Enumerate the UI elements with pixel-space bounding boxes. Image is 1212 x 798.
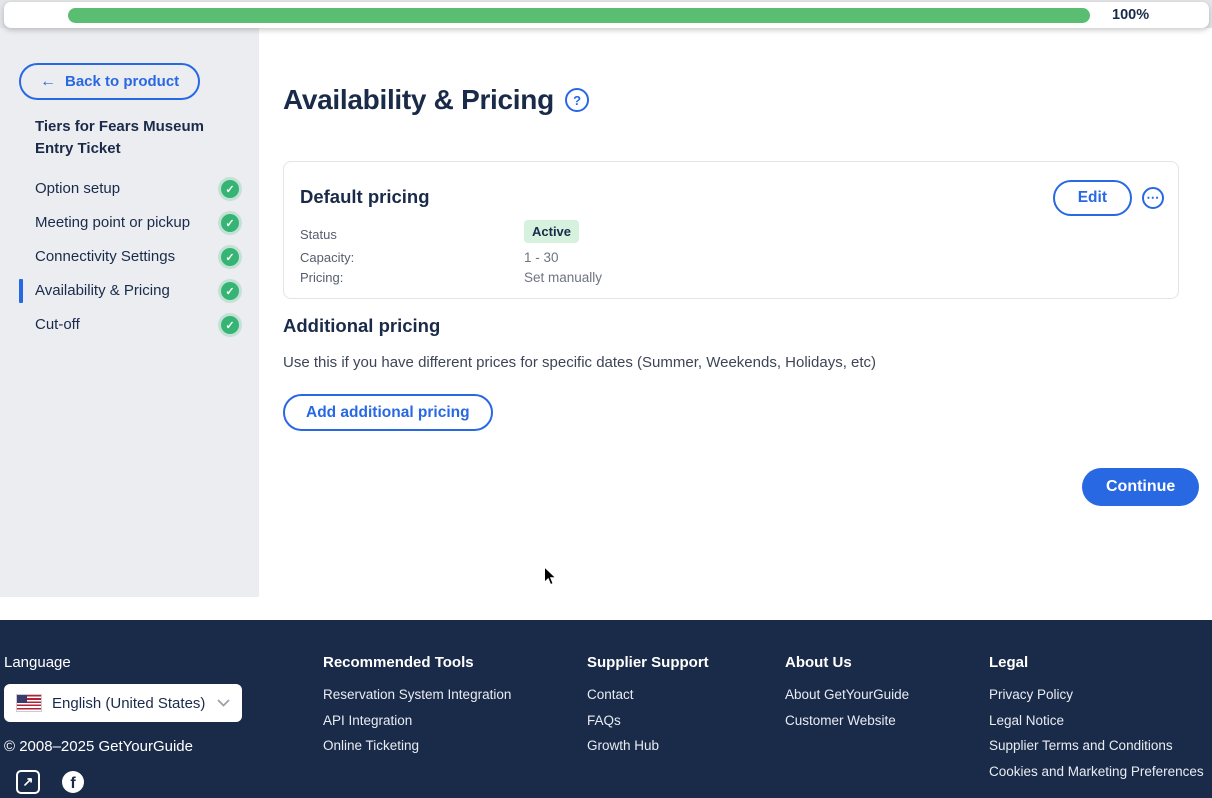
setup-sidebar: ← Back to product Tiers for Fears Museum…: [0, 28, 259, 597]
status-label: Status: [300, 227, 337, 242]
progress-bar-fill: [68, 8, 1090, 23]
product-title: Tiers for Fears Museum Entry Ticket: [35, 116, 245, 160]
footer-link-contact[interactable]: Contact: [587, 687, 709, 702]
footer-column-legal: Legal Privacy Policy Legal Notice Suppli…: [989, 654, 1204, 789]
social-links: ↗ f: [16, 770, 84, 794]
progress-header: 100%: [0, 0, 1212, 28]
footer-link-about-getyourguide[interactable]: About GetYourGuide: [785, 687, 909, 702]
footer-column-title: Supplier Support: [587, 654, 709, 671]
footer-column-title: Recommended Tools: [323, 654, 511, 671]
back-arrow-icon: ←: [40, 74, 56, 90]
progress-percent-label: 100%: [1112, 7, 1149, 23]
sidebar-item-label: Cut-off: [35, 314, 80, 336]
additional-pricing-description: Use this if you have different prices fo…: [283, 354, 876, 371]
footer-link-privacy-policy[interactable]: Privacy Policy: [989, 687, 1204, 702]
language-label: Language: [4, 654, 71, 671]
check-icon: ✓: [221, 180, 239, 198]
continue-button[interactable]: Continue: [1082, 468, 1199, 506]
sidebar-item-availability-pricing[interactable]: Availability & Pricing ✓: [0, 274, 259, 308]
capacity-label: Capacity:: [300, 250, 354, 265]
main-content: Availability & Pricing ? Default pricing…: [259, 28, 1212, 620]
active-step-indicator: [19, 279, 23, 303]
footer-column-about-us: About Us About GetYourGuide Customer Web…: [785, 654, 909, 738]
capacity-value: 1 - 30: [524, 250, 559, 265]
additional-pricing-title: Additional pricing: [283, 315, 440, 337]
sidebar-item-label: Availability & Pricing: [35, 280, 170, 302]
back-to-product-button[interactable]: ← Back to product: [19, 63, 200, 100]
pricing-label: Pricing:: [300, 270, 343, 285]
check-icon: ✓: [221, 316, 239, 334]
footer-link-reservation-system-integration[interactable]: Reservation System Integration: [323, 687, 511, 702]
copyright-text: © 2008–2025 GetYourGuide: [4, 738, 193, 755]
back-button-label: Back to product: [65, 73, 179, 90]
footer-link-faqs[interactable]: FAQs: [587, 713, 709, 728]
footer-link-online-ticketing[interactable]: Online Ticketing: [323, 738, 511, 753]
footer: Language English (United States) © 2008–…: [0, 620, 1212, 798]
footer-column-supplier-support: Supplier Support Contact FAQs Growth Hub: [587, 654, 709, 764]
footer-link-supplier-terms[interactable]: Supplier Terms and Conditions: [989, 738, 1204, 753]
check-icon: ✓: [221, 282, 239, 300]
chevron-down-icon: [217, 699, 230, 707]
language-selected-value: English (United States): [52, 695, 205, 712]
footer-link-cookies-preferences[interactable]: Cookies and Marketing Preferences: [989, 764, 1204, 779]
footer-link-api-integration[interactable]: API Integration: [323, 713, 511, 728]
default-pricing-card: Default pricing Status Active Capacity: …: [283, 161, 1179, 299]
setup-steps-nav: Option setup ✓ Meeting point or pickup ✓…: [0, 172, 259, 342]
external-link-icon[interactable]: ↗: [16, 770, 40, 794]
more-options-button[interactable]: ⋯: [1142, 187, 1164, 209]
sidebar-item-cut-off[interactable]: Cut-off ✓: [0, 308, 259, 342]
add-additional-pricing-button[interactable]: Add additional pricing: [283, 394, 493, 431]
footer-column-title: About Us: [785, 654, 909, 671]
sidebar-item-label: Option setup: [35, 178, 120, 200]
us-flag-icon: [16, 694, 42, 712]
pricing-value: Set manually: [524, 270, 602, 285]
check-icon: ✓: [221, 248, 239, 266]
footer-column-title: Legal: [989, 654, 1204, 671]
help-icon[interactable]: ?: [565, 88, 589, 112]
sidebar-item-label: Meeting point or pickup: [35, 212, 190, 234]
sidebar-item-meeting-point[interactable]: Meeting point or pickup ✓: [0, 206, 259, 240]
facebook-icon[interactable]: f: [62, 771, 84, 793]
page-title: Availability & Pricing ?: [283, 84, 589, 116]
progress-track: 100%: [4, 2, 1209, 28]
status-badge: Active: [524, 220, 579, 243]
footer-link-growth-hub[interactable]: Growth Hub: [587, 738, 709, 753]
footer-link-legal-notice[interactable]: Legal Notice: [989, 713, 1204, 728]
language-select[interactable]: English (United States): [4, 684, 242, 722]
footer-link-customer-website[interactable]: Customer Website: [785, 713, 909, 728]
default-pricing-title: Default pricing: [300, 186, 430, 208]
sidebar-item-option-setup[interactable]: Option setup ✓: [0, 172, 259, 206]
page-title-text: Availability & Pricing: [283, 84, 554, 116]
footer-column-recommended-tools: Recommended Tools Reservation System Int…: [323, 654, 511, 764]
sidebar-item-label: Connectivity Settings: [35, 246, 175, 268]
sidebar-item-connectivity-settings[interactable]: Connectivity Settings ✓: [0, 240, 259, 274]
check-icon: ✓: [221, 214, 239, 232]
edit-button[interactable]: Edit: [1053, 180, 1132, 216]
